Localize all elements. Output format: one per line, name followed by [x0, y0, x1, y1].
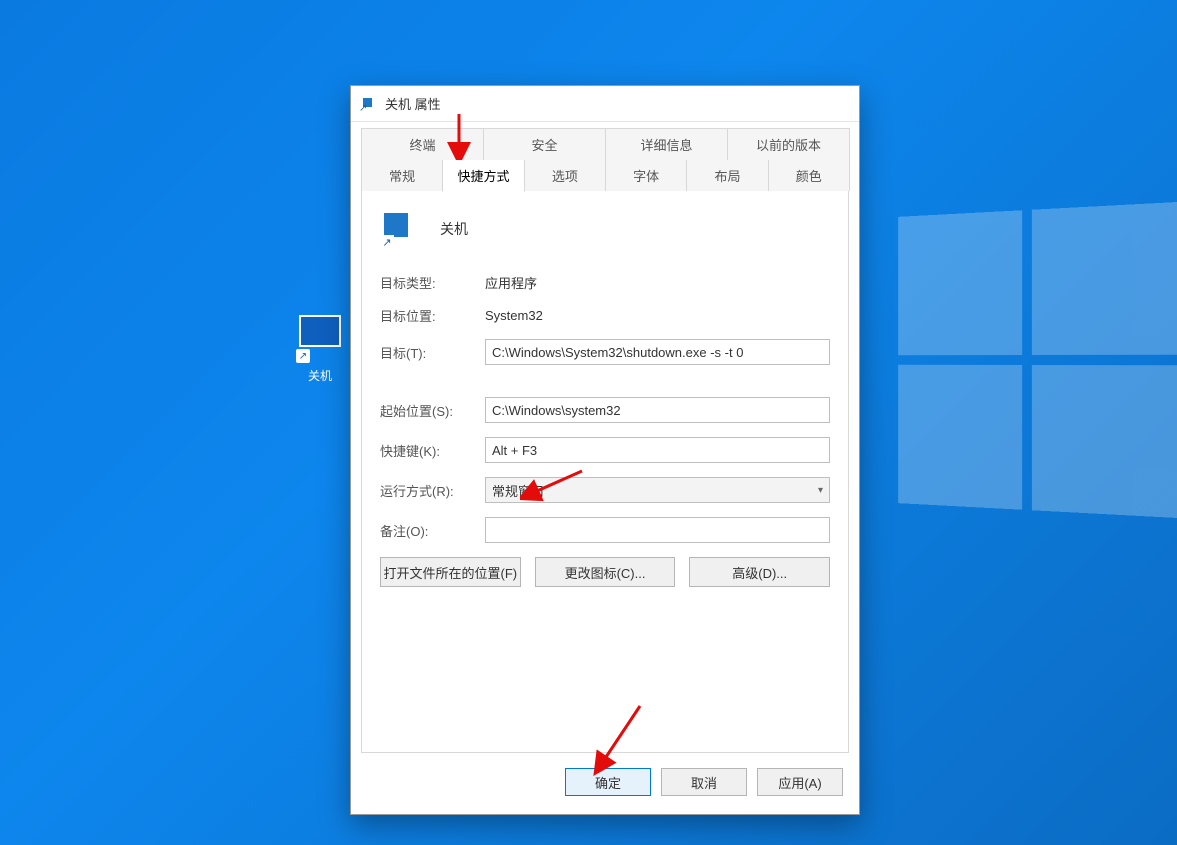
tab-options[interactable]: 选项 [524, 160, 606, 191]
tab-details[interactable]: 详细信息 [605, 128, 728, 160]
shortcut-icon: ↗ [296, 315, 344, 363]
run-mode-value: 常规窗口 [492, 481, 544, 500]
label-run: 运行方式(R): [380, 481, 485, 500]
shortcut-icon [361, 96, 377, 112]
label-shortcut-key: 快捷键(K): [380, 441, 485, 460]
tab-security[interactable]: 安全 [483, 128, 606, 160]
tab-terminal[interactable]: 终端 [361, 128, 484, 160]
open-file-location-button[interactable]: 打开文件所在的位置(F) [380, 557, 521, 587]
tab-font[interactable]: 字体 [605, 160, 687, 191]
tab-previous[interactable]: 以前的版本 [727, 128, 850, 160]
shortcut-name: 关机 [440, 219, 468, 239]
apply-button[interactable]: 应用(A) [757, 768, 843, 796]
windows-logo-decor [888, 202, 1177, 518]
shortcut-large-icon: ↗ [380, 209, 420, 249]
shortcut-key-input[interactable] [485, 437, 830, 463]
label-target-location: 目标位置: [380, 306, 485, 325]
cancel-button[interactable]: 取消 [661, 768, 747, 796]
desktop-shortcut-shutdown[interactable]: ↗ 关机 [285, 315, 355, 384]
titlebar[interactable]: 关机 属性 [351, 86, 859, 122]
tab-panel-shortcut: ↗ 关机 目标类型: 应用程序 目标位置: System32 目标(T): 起始… [361, 190, 849, 753]
run-mode-select[interactable]: 常规窗口 ▾ [485, 477, 830, 503]
label-target: 目标(T): [380, 343, 485, 362]
desktop: ↗ 关机 关机 属性 终端 安全 详细信息 以前的版本 常规 快捷方式 选项 字… [0, 0, 1177, 845]
target-input[interactable] [485, 339, 830, 365]
tab-layout[interactable]: 布局 [686, 160, 768, 191]
tab-color[interactable]: 颜色 [768, 160, 850, 191]
label-target-type: 目标类型: [380, 273, 485, 292]
label-start-in: 起始位置(S): [380, 401, 485, 420]
advanced-button[interactable]: 高级(D)... [689, 557, 830, 587]
shortcut-label: 关机 [285, 367, 355, 384]
tab-general[interactable]: 常规 [361, 160, 443, 191]
value-target-location: System32 [485, 308, 830, 323]
properties-dialog: 关机 属性 终端 安全 详细信息 以前的版本 常规 快捷方式 选项 字体 布局 … [350, 85, 860, 815]
change-icon-button[interactable]: 更改图标(C)... [535, 557, 676, 587]
start-in-input[interactable] [485, 397, 830, 423]
value-target-type: 应用程序 [485, 273, 830, 292]
chevron-down-icon: ▾ [818, 485, 823, 496]
comment-input[interactable] [485, 517, 830, 543]
window-title: 关机 属性 [385, 94, 441, 113]
label-comment: 备注(O): [380, 521, 485, 540]
tab-shortcut[interactable]: 快捷方式 [442, 160, 524, 192]
ok-button[interactable]: 确定 [565, 768, 651, 796]
